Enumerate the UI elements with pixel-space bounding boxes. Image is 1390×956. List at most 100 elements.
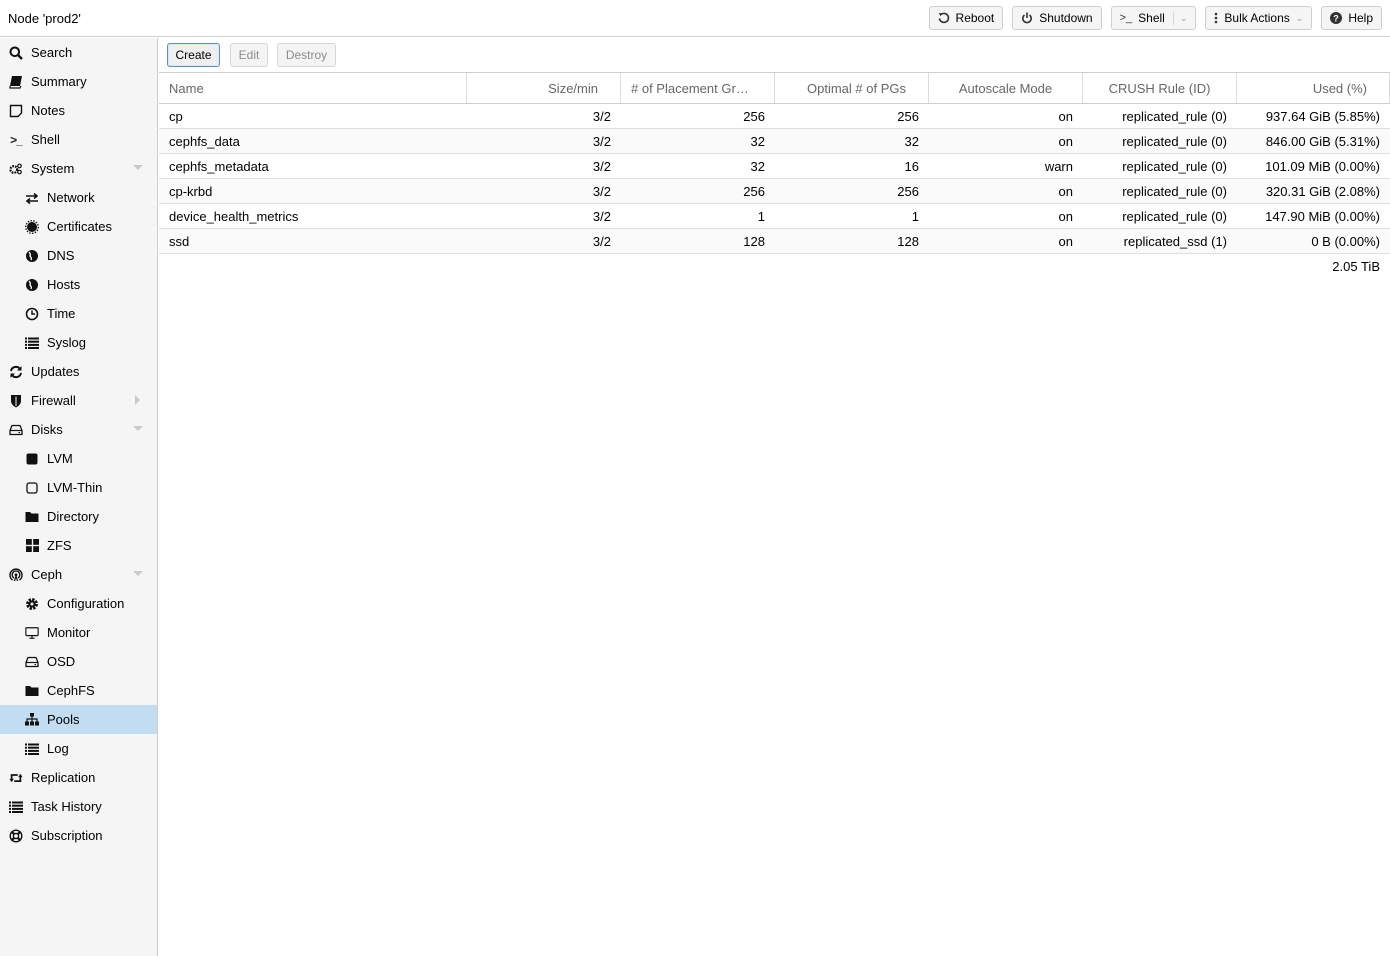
sidebar-item-dns[interactable]: DNS — [0, 241, 157, 270]
list-icon — [25, 742, 39, 756]
search-icon — [9, 46, 23, 60]
sidebar-item-system[interactable]: System — [0, 154, 157, 183]
expander-down-icon[interactable] — [133, 165, 143, 170]
table-row[interactable]: device_health_metrics 3/2 1 1 on replicated_r… — [159, 204, 1390, 229]
cell-size-min: 3/2 — [592, 133, 611, 149]
sidebar-item-replication[interactable]: Replication — [0, 763, 157, 792]
expander-down-icon[interactable] — [133, 571, 143, 576]
edit-button[interactable]: Edit — [230, 43, 268, 67]
sidebar-item-label: Network — [47, 190, 95, 205]
book-icon — [9, 75, 23, 89]
node-title: Node 'prod2' — [8, 11, 81, 26]
bulk-actions-label: Bulk Actions — [1224, 11, 1290, 25]
table-row[interactable]: cp 3/2 256 256 on replicated_rule (0) 937.64 G… — [159, 104, 1390, 129]
cell-size-min: 3/2 — [592, 233, 611, 249]
column-header-crush-rule[interactable]: CRUSH Rule (ID) — [1083, 73, 1237, 103]
cell-pg-count: 32 — [750, 158, 765, 174]
reboot-button[interactable]: Reboot — [928, 6, 1004, 30]
sidebar-item-lvm-thin[interactable]: LVM-Thin — [0, 473, 157, 502]
column-header-autoscale-mode[interactable]: Autoscale Mode — [929, 73, 1083, 103]
sidebar-item-configuration[interactable]: Configuration — [0, 589, 157, 618]
column-header-optimal-pgs[interactable]: Optimal # of PGs — [775, 73, 929, 103]
sidebar-item-label: Certificates — [47, 219, 113, 234]
cell-optimal-pgs: 256 — [897, 108, 919, 124]
retweet-icon — [9, 771, 23, 785]
pools-panel: Create Edit Destroy Name Size/min # of P… — [159, 38, 1390, 956]
sidebar-item-lvm[interactable]: LVM — [0, 444, 157, 473]
destroy-button[interactable]: Destroy — [277, 43, 336, 67]
sidebar-item-osd[interactable]: OSD — [0, 647, 157, 676]
grid-header: Name Size/min # of Placement Gr… Optimal… — [159, 73, 1390, 104]
cell-used: 320.31 GiB (2.08%) — [1265, 183, 1380, 199]
cell-autoscale-mode: warn — [1044, 158, 1073, 174]
sidebar-item-task-history[interactable]: Task History — [0, 792, 157, 821]
table-row[interactable]: cephfs_data 3/2 32 32 on replicated_rule (0) 8… — [159, 129, 1390, 154]
chevron-down-icon[interactable]: ⌄ — [1180, 13, 1188, 24]
sidebar-item-subscription[interactable]: Subscription — [0, 821, 157, 850]
shell-button[interactable]: >_ Shell ⌄ — [1110, 6, 1197, 30]
help-button[interactable]: ? Help — [1321, 6, 1382, 30]
cell-optimal-pgs: 16 — [904, 158, 919, 174]
sidebar-item-search[interactable]: Search — [0, 38, 157, 67]
create-button[interactable]: Create — [167, 43, 220, 67]
sidebar-item-time[interactable]: Time — [0, 299, 157, 328]
column-header-used[interactable]: Used (%) — [1237, 73, 1390, 103]
bulk-actions-button[interactable]: Bulk Actions ⌄ — [1205, 6, 1313, 30]
table-row[interactable]: cephfs_metadata 3/2 32 16 warn replicated_rul… — [159, 154, 1390, 179]
cell-optimal-pgs: 256 — [897, 183, 919, 199]
sidebar-item-shell[interactable]: >_ Shell — [0, 125, 157, 154]
cell-pg-count: 128 — [743, 233, 765, 249]
top-toolbar: Reboot Shutdown >_ Shell ⌄ Bulk Actions … — [928, 6, 1382, 30]
shutdown-button[interactable]: Shutdown — [1012, 6, 1102, 30]
folder-icon — [25, 510, 39, 524]
sidebar-item-ceph[interactable]: Ceph — [0, 560, 157, 589]
cell-pool-name: cephfs_data — [169, 133, 240, 149]
sidebar-item-hosts[interactable]: Hosts — [0, 270, 157, 299]
cell-pool-name: ssd — [169, 233, 190, 249]
sidebar-item-pools[interactable]: Pools — [0, 705, 157, 734]
sidebar-item-directory[interactable]: Directory — [0, 502, 157, 531]
undo-icon — [938, 12, 950, 24]
cell-autoscale-mode: on — [1058, 183, 1073, 199]
cell-pool-name: cp — [169, 108, 183, 124]
column-header-placement-groups[interactable]: # of Placement Gr… — [621, 73, 775, 103]
shell-label: Shell — [1138, 11, 1165, 25]
sidebar-item-label: ZFS — [47, 538, 72, 553]
column-header-size-min[interactable]: Size/min — [467, 73, 621, 103]
cell-optimal-pgs: 32 — [904, 133, 919, 149]
sidebar-item-notes[interactable]: Notes — [0, 96, 157, 125]
table-row[interactable]: cp-krbd 3/2 256 256 on replicated_rule (0) 320… — [159, 179, 1390, 204]
sidebar-item-label: Directory — [47, 509, 100, 524]
terminal-icon: >_ — [1119, 12, 1133, 24]
column-header-name[interactable]: Name — [159, 73, 467, 103]
sidebar-item-label: Shell — [31, 132, 60, 147]
sidebar-nav: Search Summary Notes >_ Shell System Network Ce… — [0, 38, 158, 956]
ellipsis-vertical-icon — [1214, 12, 1218, 24]
sidebar-item-certificates[interactable]: Certificates — [0, 212, 157, 241]
sidebar-item-monitor[interactable]: Monitor — [0, 618, 157, 647]
list-icon — [25, 336, 39, 350]
table-row[interactable]: ssd 3/2 128 128 on replicated_ssd (1) 0 B (0.0… — [159, 229, 1390, 254]
expander-down-icon[interactable] — [133, 426, 143, 431]
sidebar-item-zfs[interactable]: ZFS — [0, 531, 157, 560]
sidebar-item-cephfs[interactable]: CephFS — [0, 676, 157, 705]
sidebar-item-log[interactable]: Log — [0, 734, 157, 763]
sidebar-item-syslog[interactable]: Syslog — [0, 328, 157, 357]
cell-size-min: 3/2 — [592, 183, 611, 199]
sidebar-item-disks[interactable]: Disks — [0, 415, 157, 444]
gear-icon — [25, 597, 39, 611]
clock-icon — [25, 307, 39, 321]
cell-used: 147.90 MiB (0.00%) — [1265, 208, 1380, 224]
sidebar-item-network[interactable]: Network — [0, 183, 157, 212]
square-icon — [25, 452, 39, 466]
expander-right-icon[interactable] — [135, 395, 140, 405]
cell-autoscale-mode: on — [1058, 208, 1073, 224]
sidebar-item-label: CephFS — [47, 683, 95, 698]
sidebar-item-label: Subscription — [31, 828, 103, 843]
sidebar-item-firewall[interactable]: Firewall — [0, 386, 157, 415]
shield-icon — [9, 394, 23, 408]
cell-pg-count: 256 — [743, 108, 765, 124]
sidebar-item-summary[interactable]: Summary — [0, 67, 157, 96]
sidebar-item-updates[interactable]: Updates — [0, 357, 157, 386]
reboot-label: Reboot — [955, 11, 995, 25]
